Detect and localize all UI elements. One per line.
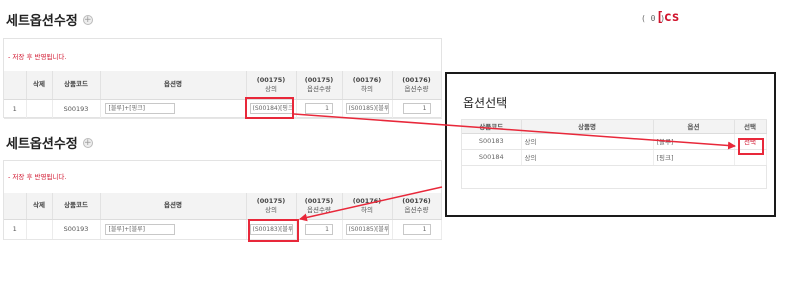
- popup-table-box: 상품코드 상품명 옵션 선택 S00183 상의 [블루] 선택 S00184 …: [461, 119, 767, 189]
- option-name-cell: [블루]+[핑크]: [100, 99, 247, 119]
- col-code: (00175): [304, 75, 334, 84]
- col-code: (00175): [304, 196, 334, 205]
- col-option-name: 옵션명: [100, 193, 247, 220]
- col-product-code: 상품코드: [52, 193, 101, 220]
- col-label: 상의: [265, 84, 277, 93]
- option-value: [핑크]: [653, 149, 735, 166]
- section-title-bottom: 세트옵션수정 +: [6, 133, 93, 152]
- col-code: (00175): [256, 196, 286, 205]
- top-qty-cell: 1: [296, 219, 343, 240]
- col-label: 상의: [265, 205, 277, 214]
- row-number: 1: [4, 99, 27, 119]
- col-option: 옵션: [653, 120, 735, 134]
- option-select-popup: 옵션선택 상품코드 상품명 옵션 선택 S00183 상의 [블루] 선택 S0…: [445, 72, 776, 217]
- col-top-qty: (00175) 옵션수량: [296, 193, 343, 220]
- bottom-select-cell: (S00185)[블루]: [342, 99, 393, 119]
- delete-cell[interactable]: [26, 99, 53, 119]
- col-code: (00176): [352, 196, 382, 205]
- section-title-text: 세트옵션수정: [6, 137, 78, 152]
- col-option-name: 옵션명: [100, 71, 247, 100]
- expand-icon[interactable]: +: [82, 137, 93, 148]
- bottom-qty-input[interactable]: 1: [402, 223, 431, 235]
- col-label: 옵션수량: [404, 84, 429, 93]
- col-code: (00176): [402, 75, 431, 84]
- highlight-bottom-select: [248, 219, 299, 242]
- col-bottom: (00176) 하의: [342, 193, 393, 220]
- section-title-text: 세트옵션수정: [6, 14, 78, 29]
- product-code: S00183: [462, 133, 522, 150]
- popup-option-table: 상품코드 상품명 옵션 선택 S00183 상의 [블루] 선택 S00184 …: [462, 120, 767, 166]
- cs-label: [cs: [656, 10, 680, 25]
- option-value: [블루]: [653, 133, 735, 150]
- col-no: [4, 71, 27, 100]
- option-name-cell: [블루]+[블루]: [100, 219, 247, 240]
- highlight-select-link: [738, 138, 764, 155]
- bottom-option-select[interactable]: (S00185)[블루]: [345, 223, 389, 235]
- col-top: (00175) 상의: [246, 71, 297, 100]
- table-row: 1 S00193 [블루]+[블루] (S00183)[블루] 1 (S0018…: [4, 219, 442, 240]
- col-label: 하의: [361, 84, 373, 93]
- row-number: 1: [4, 219, 27, 240]
- bottom-select-cell: (S00185)[블루]: [342, 219, 393, 240]
- delete-cell[interactable]: [26, 219, 53, 240]
- table-row: 1 S00193 [블루]+[핑크] (S00184)[핑크] 1 (S0018…: [4, 99, 442, 119]
- col-product-code: 상품코드: [52, 71, 101, 100]
- option-name-input[interactable]: [블루]+[핑크]: [104, 103, 175, 114]
- section-title-top: 세트옵션수정 +: [6, 10, 93, 29]
- col-select: 선택: [734, 120, 767, 134]
- save-notice: - 저장 후 반영됩니다.: [8, 53, 67, 61]
- product-code: S00193: [52, 219, 101, 240]
- set-option-table-top: 삭제 상품코드 옵션명 (00175) 상의 (00175) 옵션수량 (00176…: [4, 71, 442, 119]
- table-row[interactable]: S00183 상의 [블루] 선택: [462, 133, 767, 150]
- product-name: 상의: [521, 149, 654, 166]
- col-delete: 삭제: [26, 71, 53, 100]
- expand-icon[interactable]: +: [82, 14, 93, 25]
- col-top-qty: (00175) 옵션수량: [296, 71, 343, 100]
- col-no: [4, 193, 27, 220]
- product-code: S00184: [462, 149, 522, 166]
- col-bottom-qty: (00176) 옵션수량: [392, 71, 442, 100]
- col-label: 옵션수량: [307, 84, 331, 93]
- col-bottom-qty: (00176) 옵션수량: [392, 193, 442, 220]
- col-code: (00176): [402, 196, 431, 205]
- col-bottom: (00176) 하의: [342, 71, 393, 100]
- bottom-option-select[interactable]: (S00185)[블루]: [345, 103, 389, 114]
- save-notice: - 저장 후 반영됩니다.: [8, 173, 67, 181]
- col-label: 옵션수량: [307, 205, 331, 214]
- col-label: 옵션수량: [404, 205, 429, 214]
- col-label: 하의: [361, 205, 373, 214]
- bottom-qty-cell: 1: [392, 99, 442, 119]
- set-option-table-bottom: 삭제 상품코드 옵션명 (00175) 상의 (00175) 옵션수량 (00176…: [4, 193, 442, 240]
- bottom-qty-input[interactable]: 1: [402, 103, 431, 114]
- bottom-qty-cell: 1: [392, 219, 442, 240]
- col-code: (00175): [256, 75, 286, 84]
- table-row[interactable]: S00184 상의 [핑크]: [462, 149, 767, 166]
- col-code: (00176): [352, 75, 382, 84]
- popup-title: 옵션선택: [463, 96, 508, 110]
- col-delete: 삭제: [26, 193, 53, 220]
- product-name: 상의: [521, 133, 654, 150]
- top-qty-cell: 1: [296, 99, 343, 119]
- col-product-code: 상품코드: [462, 120, 522, 134]
- product-code: S00193: [52, 99, 101, 119]
- col-product-name: 상품명: [521, 120, 654, 134]
- top-qty-input[interactable]: 1: [305, 103, 333, 114]
- top-qty-input[interactable]: 1: [305, 223, 333, 235]
- highlight-top-select: [245, 97, 294, 119]
- col-top: (00175) 상의: [246, 193, 297, 220]
- option-name-input[interactable]: [블루]+[블루]: [104, 223, 175, 235]
